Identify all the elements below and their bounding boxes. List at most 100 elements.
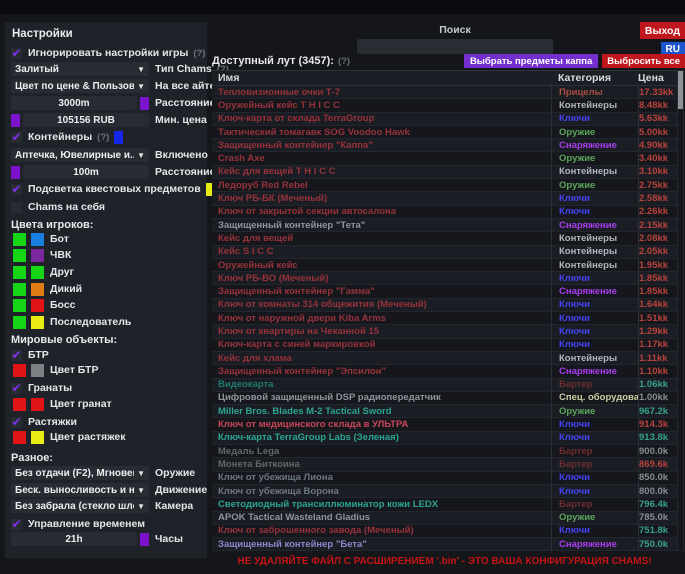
table-row[interactable]: Оружейный кейсКонтейнеры1.95kk	[212, 259, 677, 272]
scrollbar[interactable]	[677, 70, 684, 551]
dropdown[interactable]: Залитый▼	[11, 62, 149, 76]
color-swatch[interactable]	[31, 398, 44, 411]
dropdown[interactable]: Аптечка, Ювелирные и...▼	[11, 148, 149, 162]
table-row[interactable]: Защищенный контейнер "Гамма"Снаряжение1.…	[212, 285, 677, 298]
color-swatch[interactable]	[31, 266, 44, 279]
checkbox[interactable]: ✔	[11, 184, 22, 195]
item-category: Ключи	[551, 418, 638, 430]
table-row[interactable]: APOK Tactical Wasteland GladiusОружие785…	[212, 512, 677, 525]
text-input[interactable]: 100m	[23, 165, 149, 179]
text-input[interactable]: 3000m	[11, 96, 137, 110]
checkbox[interactable]: ✔	[11, 202, 22, 213]
hint-icon: (?)	[338, 56, 350, 67]
table-row[interactable]: Монета БиткоинаБартер869.6k	[212, 458, 677, 471]
color-swatch[interactable]	[13, 364, 26, 377]
color-swatch[interactable]	[11, 114, 20, 127]
checkbox[interactable]: ✔	[11, 519, 22, 530]
color-swatch[interactable]	[11, 166, 20, 179]
text-input[interactable]: 105156 RUB	[23, 113, 149, 127]
item-category: Снаряжение	[551, 139, 638, 151]
table-row[interactable]: Защищенный контейнер "Каппа"Снаряжение4.…	[212, 139, 677, 152]
checkbox[interactable]: ✔	[11, 383, 22, 394]
color-swatch[interactable]	[31, 431, 44, 444]
color-swatch[interactable]	[13, 249, 26, 262]
item-name: Цифровой защищенный DSP радиопередатчик	[212, 392, 551, 403]
dropdown[interactable]: Без забрала (стекло шлема)▼	[11, 499, 149, 513]
item-category: Снаряжение	[551, 538, 638, 550]
color-swatch[interactable]	[13, 283, 26, 296]
item-price: 1.29kk	[638, 325, 677, 337]
color-swatch[interactable]	[31, 283, 44, 296]
color-swatch[interactable]	[140, 533, 149, 546]
table-row[interactable]: Ключ от убежища ЛионаКлючи850.0k	[212, 472, 677, 485]
table-row[interactable]: Кейс для хламаКонтейнеры1.11kk	[212, 352, 677, 365]
color-pair-row: Бот	[11, 232, 204, 246]
checkbox[interactable]: ✔	[11, 417, 22, 428]
item-price: 796.4k	[638, 498, 677, 510]
color-swatch[interactable]	[13, 266, 26, 279]
table-row[interactable]: Оружейный кейс T H I C CКонтейнеры8.48kk	[212, 99, 677, 112]
table-row[interactable]: Ключ от наружной двери Kiba ArmsКлючи1.5…	[212, 312, 677, 325]
color-swatch[interactable]	[31, 249, 44, 262]
item-category: Ключи	[551, 325, 638, 337]
scrollbar-thumb[interactable]	[678, 71, 683, 109]
select-kappa-items-button[interactable]: Выбрать предметы каппа	[464, 54, 598, 68]
item-category: Ключи	[551, 272, 638, 284]
color-swatch[interactable]	[13, 316, 26, 329]
table-row[interactable]: Медаль LegaБартер900.0k	[212, 445, 677, 458]
search-input[interactable]	[357, 39, 553, 54]
color-swatch[interactable]	[114, 131, 123, 144]
table-row[interactable]: Защищенный контейнер "Тета"Снаряжение2.1…	[212, 219, 677, 232]
item-price: 1.85kk	[638, 272, 677, 284]
exit-button[interactable]: Выход	[640, 22, 685, 39]
checkbox[interactable]: ✔	[11, 350, 22, 361]
table-row[interactable]: Кейс для вещейКонтейнеры2.08kk	[212, 232, 677, 245]
table-row[interactable]: Ключ от квартиры на Чеканной 15Ключи1.29…	[212, 325, 677, 338]
item-price: 3.10kk	[638, 166, 677, 178]
table-row[interactable]: Crash AxeОружие3.40kk	[212, 152, 677, 165]
checkbox[interactable]: ✔	[11, 132, 22, 143]
color-swatch[interactable]	[140, 97, 149, 110]
color-swatch[interactable]	[13, 431, 26, 444]
table-row[interactable]: Ключ от закрытой секции автосалонаКлючи2…	[212, 206, 677, 219]
table-row[interactable]: Ледоруб Red RebelОружие2.75kk	[212, 179, 677, 192]
chevron-down-icon: ▼	[137, 502, 145, 511]
loot-table: Имя Категория Цена Тепловизионные очки Т…	[212, 70, 677, 551]
table-row[interactable]: Miller Bros. Blades M-2 Tactical SwordОр…	[212, 405, 677, 418]
table-row[interactable]: Ключ-карта TerraGroup Labs (Зеленая)Ключ…	[212, 432, 677, 445]
table-row[interactable]: Светодиодный трансиллюминатор кожи LEDXБ…	[212, 498, 677, 511]
table-row[interactable]: Цифровой защищенный DSP радиопередатчикС…	[212, 392, 677, 405]
dropdown[interactable]: Без отдачи (F2), Мгновенное п▼	[11, 466, 149, 480]
table-row[interactable]: Кейс S I C CКонтейнеры2.05kk	[212, 246, 677, 259]
table-row[interactable]: Тепловизионные очки Т-7Прицелы17.33kk	[212, 86, 677, 99]
color-swatch[interactable]	[31, 364, 44, 377]
color-swatch[interactable]	[13, 398, 26, 411]
color-swatch[interactable]	[13, 233, 26, 246]
table-row[interactable]: Кейс для вещей T H I C CКонтейнеры3.10kk	[212, 166, 677, 179]
item-category: Ключи	[551, 339, 638, 351]
text-input[interactable]: 21h	[11, 532, 137, 546]
table-row[interactable]: Защищенный контейнер "Эпсилон"Снаряжение…	[212, 365, 677, 378]
color-swatch[interactable]	[31, 233, 44, 246]
dropdown[interactable]: Беск. выносливость и нет уста▼	[11, 483, 149, 497]
drop-all-button[interactable]: Выбросить все	[602, 54, 685, 68]
color-swatch[interactable]	[31, 299, 44, 312]
checkbox[interactable]: ✔	[11, 48, 22, 59]
dropdown[interactable]: Цвет по цене & Пользователь▼	[11, 79, 149, 93]
table-row[interactable]: Тактический томагавк SOG Voodoo HawkОруж…	[212, 126, 677, 139]
table-row[interactable]: Ключ РБ-ВО (Меченый)Ключи1.85kk	[212, 272, 677, 285]
table-row[interactable]: Ключ от заброшенного завода (Меченый)Клю…	[212, 525, 677, 538]
chevron-down-icon: ▼	[137, 82, 145, 91]
item-name: Оружейный кейс T H I C C	[212, 100, 551, 111]
table-row[interactable]: Ключ РБ-БК (Меченый)Ключи2.58kk	[212, 192, 677, 205]
table-row[interactable]: Ключ от комнаты 314 общежития (Меченый)К…	[212, 299, 677, 312]
table-row[interactable]: Ключ-карта от склада TerraGroupКлючи5.63…	[212, 113, 677, 126]
table-row[interactable]: Ключ от медицинского склада в УЛЬТРАКлюч…	[212, 418, 677, 431]
color-swatch[interactable]	[31, 316, 44, 329]
color-swatch[interactable]	[13, 299, 26, 312]
table-row[interactable]: ВидеокартаБартер1.06kk	[212, 379, 677, 392]
table-row[interactable]: Ключ от убежища ВоронаКлючи800.0k	[212, 485, 677, 498]
table-row[interactable]: Ключ-карта с синей маркировкойКлючи1.17k…	[212, 339, 677, 352]
table-row[interactable]: Защищенный контейнер "Бета"Снаряжение750…	[212, 538, 677, 551]
dropdown-label: Движение	[155, 484, 207, 496]
